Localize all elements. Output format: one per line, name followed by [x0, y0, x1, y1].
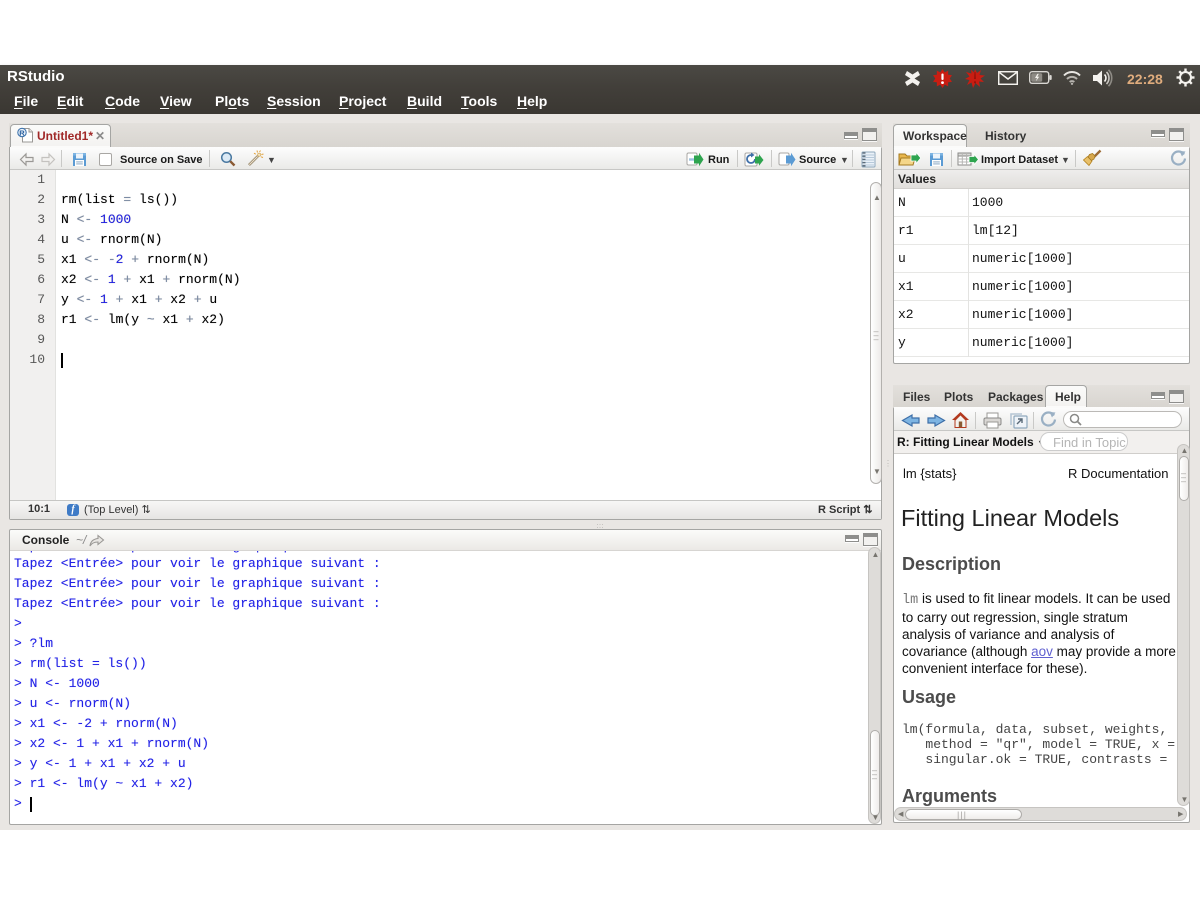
svg-text:R: R — [19, 129, 25, 138]
